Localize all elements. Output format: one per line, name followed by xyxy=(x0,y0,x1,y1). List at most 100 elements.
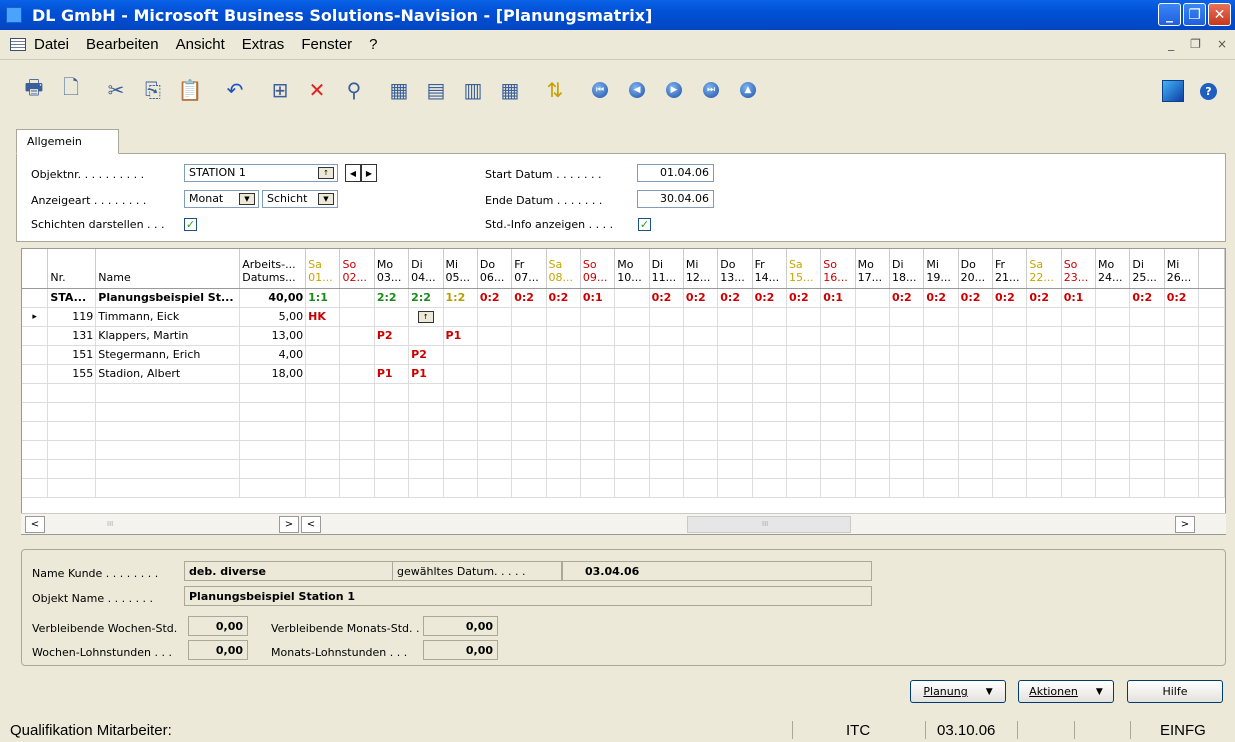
empty-cell[interactable] xyxy=(614,383,650,403)
empty-cell[interactable] xyxy=(374,478,410,498)
column-header-day[interactable]: Fr 21... xyxy=(992,249,1028,289)
empty-cell[interactable] xyxy=(1061,383,1097,403)
empty-cell[interactable] xyxy=(855,440,890,460)
lookup-arrow-icon[interactable]: ↑ xyxy=(417,311,434,323)
empty-cell[interactable] xyxy=(1129,440,1165,460)
navision-logo-icon[interactable] xyxy=(1162,80,1184,102)
day-cell[interactable] xyxy=(923,364,959,384)
empty-cell[interactable] xyxy=(820,459,856,479)
empty-cell[interactable] xyxy=(1026,383,1062,403)
empty-cell[interactable] xyxy=(477,478,513,498)
table-row[interactable]: 151 Stegermann, Erich 4,00 P2 xyxy=(22,345,1225,365)
empty-cell[interactable] xyxy=(855,383,890,403)
day-cell[interactable] xyxy=(1026,326,1062,346)
empty-cell[interactable] xyxy=(958,421,994,441)
day-cell[interactable] xyxy=(614,326,650,346)
day-cell[interactable] xyxy=(820,345,856,365)
empty-cell[interactable] xyxy=(22,478,49,498)
empty-cell[interactable] xyxy=(786,402,822,422)
help-icon[interactable]: ? xyxy=(1200,83,1217,100)
empty-cell[interactable] xyxy=(1198,459,1225,479)
empty-cell[interactable] xyxy=(1061,478,1097,498)
column-header-day[interactable]: Mo 17... xyxy=(855,249,890,289)
column-header-day[interactable]: Mi 05... xyxy=(443,249,478,289)
empty-cell[interactable] xyxy=(958,478,994,498)
empty-cell[interactable] xyxy=(22,402,49,422)
day-cell[interactable] xyxy=(717,307,753,327)
employee-name[interactable]: Planungsbeispiel St... xyxy=(95,288,241,308)
day-cell[interactable] xyxy=(339,364,375,384)
day-cell[interactable]: 0:2 xyxy=(992,288,1028,308)
mdi-minimize-button[interactable]: _ xyxy=(1168,37,1174,51)
last-record-icon[interactable]: ⏭ xyxy=(697,76,725,104)
empty-cell[interactable] xyxy=(239,440,307,460)
ende-datum-field[interactable]: 30.04.06 xyxy=(637,190,714,208)
empty-row[interactable] xyxy=(22,402,1225,422)
scroll-right-button-left-pane[interactable]: > xyxy=(279,516,299,533)
empty-cell[interactable] xyxy=(752,440,787,460)
empty-cell[interactable] xyxy=(855,459,890,479)
empty-cell[interactable] xyxy=(1129,421,1165,441)
work-hours[interactable]: 13,00 xyxy=(239,326,307,346)
menu-fenster[interactable]: Fenster xyxy=(301,36,352,53)
empty-cell[interactable] xyxy=(786,421,822,441)
day-cell[interactable] xyxy=(649,307,684,327)
day-cell[interactable] xyxy=(614,345,650,365)
empty-cell[interactable] xyxy=(1129,459,1165,479)
day-cell[interactable] xyxy=(374,345,410,365)
day-cell[interactable] xyxy=(1095,288,1131,308)
empty-cell[interactable] xyxy=(47,402,97,422)
empty-cell[interactable] xyxy=(374,402,410,422)
empty-cell[interactable] xyxy=(1198,440,1225,460)
empty-cell[interactable] xyxy=(95,459,241,479)
day-cell[interactable] xyxy=(305,326,341,346)
empty-cell[interactable] xyxy=(239,383,307,403)
day-cell[interactable]: 0:2 xyxy=(511,288,547,308)
empty-row[interactable] xyxy=(22,421,1225,441)
empty-cell[interactable] xyxy=(443,459,478,479)
work-hours[interactable]: 18,00 xyxy=(239,364,307,384)
empty-cell[interactable] xyxy=(305,383,341,403)
table-row[interactable]: STA... Planungsbeispiel St... 40,00 1:1 2:2 2… xyxy=(22,288,1225,308)
empty-cell[interactable] xyxy=(923,383,959,403)
empty-row[interactable] xyxy=(22,383,1225,403)
empty-cell[interactable] xyxy=(820,478,856,498)
empty-row[interactable] xyxy=(22,440,1225,460)
list-icon[interactable]: ▦ xyxy=(496,76,524,104)
day-cell[interactable] xyxy=(477,364,513,384)
empty-cell[interactable] xyxy=(1095,440,1131,460)
employee-name[interactable]: Klappers, Martin xyxy=(95,326,241,346)
empty-cell[interactable] xyxy=(786,440,822,460)
day-cell[interactable] xyxy=(1164,326,1200,346)
day-cell[interactable] xyxy=(511,326,547,346)
column-header-day[interactable]: Sa 22... xyxy=(1026,249,1062,289)
column-header-day[interactable]: Mo 03... xyxy=(374,249,410,289)
day-cell[interactable] xyxy=(717,326,753,346)
day-cell[interactable] xyxy=(683,326,719,346)
empty-cell[interactable] xyxy=(511,459,547,479)
employee-nr[interactable]: STA... xyxy=(47,288,97,308)
next-object-button[interactable]: ▶ xyxy=(361,164,377,182)
aktionen-button[interactable]: Aktionen ▼ xyxy=(1018,680,1114,703)
day-cell[interactable] xyxy=(786,307,822,327)
undo-icon[interactable]: ↶ xyxy=(221,76,249,104)
day-cell[interactable] xyxy=(683,345,719,365)
column-header-day[interactable]: Do 20... xyxy=(958,249,994,289)
day-cell[interactable]: 0:2 xyxy=(923,288,959,308)
day-cell[interactable] xyxy=(1026,364,1062,384)
day-cell[interactable]: ↑ xyxy=(408,307,444,327)
empty-cell[interactable] xyxy=(614,421,650,441)
empty-cell[interactable] xyxy=(649,440,684,460)
column-header-arbeitsstunden[interactable]: Arbeits-... Datums... xyxy=(239,249,307,289)
column-header-day[interactable]: Mo 10... xyxy=(614,249,650,289)
day-cell[interactable]: P1 xyxy=(408,364,444,384)
day-cell[interactable] xyxy=(649,364,684,384)
objektnr-field[interactable]: STATION 1 ↑ xyxy=(184,164,338,182)
schichten-checkbox[interactable]: ✓ xyxy=(184,218,197,231)
work-hours[interactable]: 5,00 xyxy=(239,307,307,327)
column-header-day[interactable]: So 23... xyxy=(1061,249,1097,289)
empty-cell[interactable] xyxy=(511,440,547,460)
scroll-thumb[interactable]: III xyxy=(687,516,851,533)
empty-cell[interactable] xyxy=(546,440,581,460)
day-cell[interactable] xyxy=(511,307,547,327)
